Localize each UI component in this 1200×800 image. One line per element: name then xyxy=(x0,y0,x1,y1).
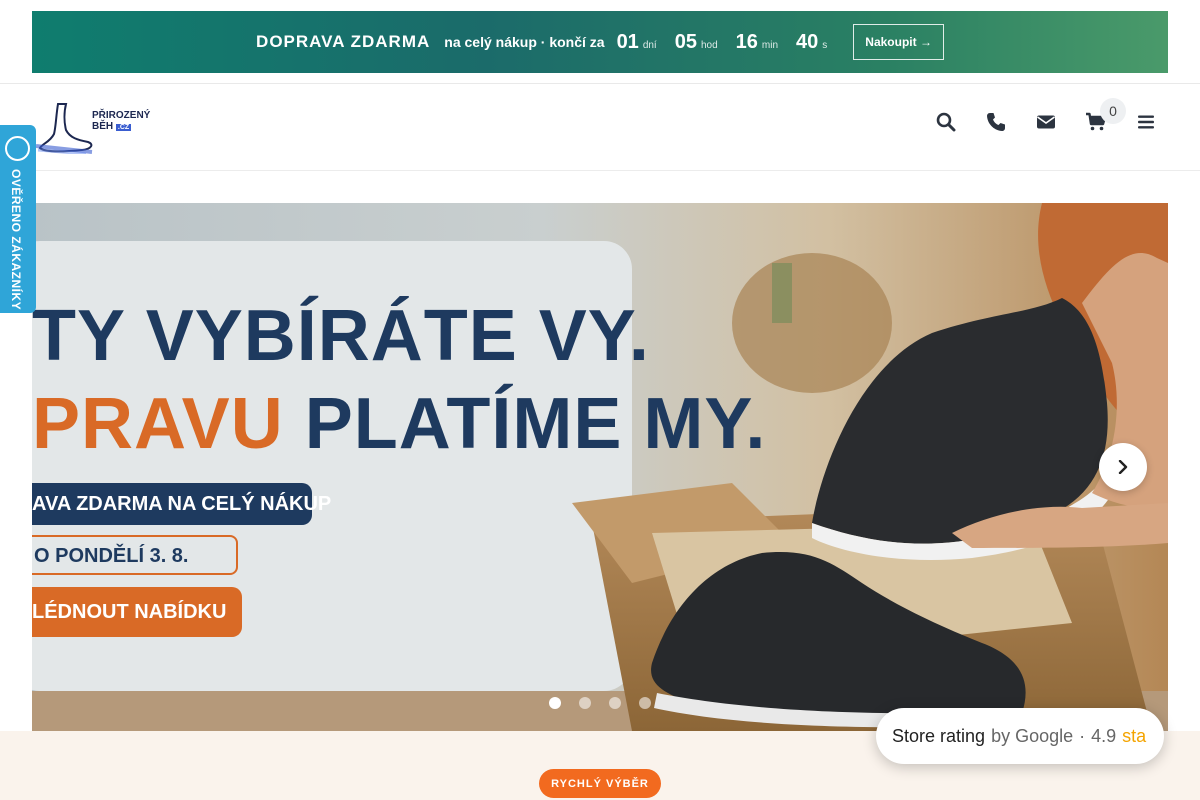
store-rating-label: Store rating xyxy=(892,725,986,746)
countdown-hours: 05 hod xyxy=(675,31,728,54)
cart-count-badge: 0 xyxy=(1100,98,1126,124)
countdown-value: 01 xyxy=(616,30,639,53)
slider-dots xyxy=(549,697,651,709)
countdown-minutes: 16 min xyxy=(736,31,788,54)
site-header: PŘIROZENÝ BĚH .CZ 0 xyxy=(0,86,1200,171)
countdown-unit: min xyxy=(761,39,779,51)
promo-title: DOPRAVA ZDARMA xyxy=(256,32,431,51)
slider-next-button[interactable] xyxy=(1099,443,1147,491)
chevron-right-icon xyxy=(1118,460,1128,474)
hero-headline-2-rest: PLATÍME MY. xyxy=(304,384,767,464)
countdown-unit: s xyxy=(822,39,828,51)
store-rating-separator: · xyxy=(1079,725,1086,746)
countdown-value: 40 xyxy=(796,30,819,53)
logo-tld: .CZ xyxy=(115,124,132,131)
mail-icon[interactable] xyxy=(1036,112,1056,132)
slider-dot[interactable] xyxy=(579,697,591,709)
slider-dot[interactable] xyxy=(549,697,561,709)
phone-icon[interactable] xyxy=(986,112,1006,132)
countdown-unit: dní xyxy=(642,39,657,51)
promo-bar-wrapper: DOPRAVA ZDARMA na celý nákup · končí za … xyxy=(0,0,1200,84)
store-rating-provider: by Google xyxy=(991,725,1074,746)
logo-text: PŘIROZENÝ BĚH .CZ xyxy=(92,110,150,133)
countdown-seconds: 40 s xyxy=(796,31,837,54)
verified-by-customers-tab[interactable]: OVĚŘENO ZÁKAZNÍKY xyxy=(0,125,36,313)
store-rating-widget[interactable]: Store rating by Google · 4.9 sta xyxy=(876,708,1164,764)
hero-headline-2-accent: PRAVU xyxy=(32,384,284,464)
promo-bar: DOPRAVA ZDARMA na celý nákup · končí za … xyxy=(32,11,1168,73)
countdown-value: 16 xyxy=(735,30,758,53)
countdown-days: 01 dní xyxy=(617,31,667,54)
logo-line-1: PŘIROZENÝ xyxy=(92,110,151,121)
store-rating-stars: sta xyxy=(1122,725,1147,746)
hero-badge-free-shipping: AVA ZDARMA NA CELÝ NÁKUP xyxy=(32,483,331,525)
countdown-unit: hod xyxy=(700,39,718,51)
slider-dot[interactable] xyxy=(639,697,651,709)
verified-seal-icon xyxy=(5,136,30,161)
hero-image xyxy=(32,203,1168,731)
hero-slider[interactable]: TY VYBÍRÁTE VY. PRAVU PLATÍME MY. AVA ZD… xyxy=(32,203,1168,731)
logo-line-2: BĚH xyxy=(92,121,114,132)
search-icon[interactable] xyxy=(936,112,956,132)
slider-dot[interactable] xyxy=(609,697,621,709)
hero-headline-2: PRAVU PLATÍME MY. xyxy=(32,383,766,465)
foot-logo-icon xyxy=(35,103,93,156)
hero-badge-date: O PONDĚLÍ 3. 8. xyxy=(32,535,238,575)
hero-headline-1: TY VYBÍRÁTE VY. xyxy=(32,296,650,376)
promo-subtitle: na celý nákup · končí za xyxy=(444,34,605,50)
cart-button[interactable]: 0 xyxy=(1086,98,1126,132)
hero-cta-button[interactable]: LÉDNOUT NABÍDKU xyxy=(32,587,242,637)
verified-label: OVĚŘENO ZÁKAZNÍKY xyxy=(9,169,23,311)
quick-select-badge: RYCHLÝ VÝBĚR xyxy=(539,769,661,798)
store-rating-value: 4.9 xyxy=(1091,725,1117,746)
menu-icon[interactable] xyxy=(1136,112,1156,132)
shop-now-button[interactable]: Nakoupit → xyxy=(853,24,944,60)
countdown-value: 05 xyxy=(674,30,697,53)
header-actions: 0 xyxy=(936,98,1156,132)
